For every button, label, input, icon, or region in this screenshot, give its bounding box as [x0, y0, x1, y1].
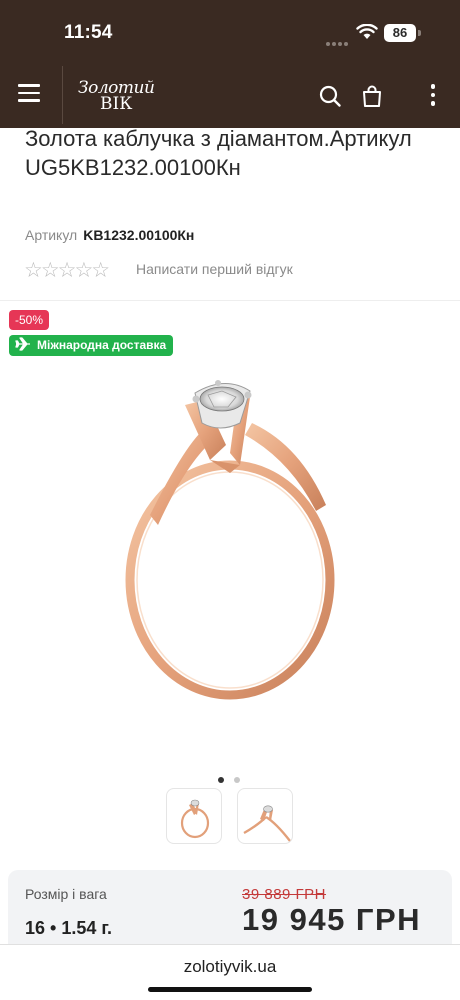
- thumbnail-ring-image: [243, 805, 291, 842]
- status-bar: 11:54 86: [0, 0, 460, 62]
- thumbnail-1[interactable]: [166, 788, 222, 844]
- shopping-bag-icon[interactable]: [360, 84, 384, 108]
- current-price: 19 945 ГРН: [242, 902, 422, 937]
- logo-line-2: ВІК: [100, 94, 133, 114]
- price-bar: Розмір і вага 16 • 1.54 г. 39 889 ГРН 19…: [8, 870, 452, 952]
- pager-dot[interactable]: [234, 777, 240, 783]
- divider: [0, 300, 460, 301]
- write-review-link[interactable]: Написати перший відгук: [136, 261, 293, 277]
- shipping-badge-label: Міжнародна доставка: [37, 338, 167, 352]
- product-title: Золота каблучка з діамантом.Артикул UG5K…: [25, 126, 412, 180]
- sku-label: Артикул: [25, 227, 78, 243]
- site-header: Золотий ВІК: [0, 62, 460, 128]
- search-icon[interactable]: [318, 84, 342, 108]
- battery-tip: [418, 30, 421, 36]
- sku-row: Артикул KB1232.00100Кн: [25, 227, 194, 243]
- old-price: 39 889 ГРН: [242, 886, 327, 903]
- top-bar: 11:54 86 Золотий ВІК: [0, 0, 460, 128]
- pager-dot-active[interactable]: [218, 777, 224, 783]
- airplane-icon: [15, 337, 30, 351]
- status-time: 11:54: [64, 22, 113, 43]
- shipping-badge: Міжнародна доставка: [9, 335, 174, 356]
- wifi-icon: [356, 24, 378, 39]
- url-text[interactable]: zolotiyvik.ua: [0, 957, 460, 977]
- battery-icon: 86: [384, 24, 416, 42]
- sale-badge: -50%: [9, 310, 50, 330]
- menu-icon[interactable]: [18, 84, 42, 106]
- more-vertical-icon[interactable]: [428, 84, 438, 110]
- thumbnail-ring-image: [180, 799, 210, 839]
- sku-value: KB1232.00100Кн: [83, 227, 195, 243]
- size-weight-value[interactable]: 16 • 1.54 г.: [25, 918, 112, 939]
- gallery-pager[interactable]: [218, 770, 250, 783]
- cellular-signal-icon: [326, 33, 350, 46]
- size-weight-label: Розмір і вага: [25, 886, 107, 902]
- browser-url-bar: zolotiyvik.ua: [0, 944, 460, 1000]
- home-indicator[interactable]: [148, 987, 312, 992]
- site-logo[interactable]: Золотий ВІК: [78, 78, 158, 114]
- product-image[interactable]: [80, 365, 380, 750]
- header-divider: [62, 66, 63, 124]
- rating-stars[interactable]: ☆☆☆☆☆: [24, 258, 110, 282]
- thumbnail-2[interactable]: [237, 788, 293, 844]
